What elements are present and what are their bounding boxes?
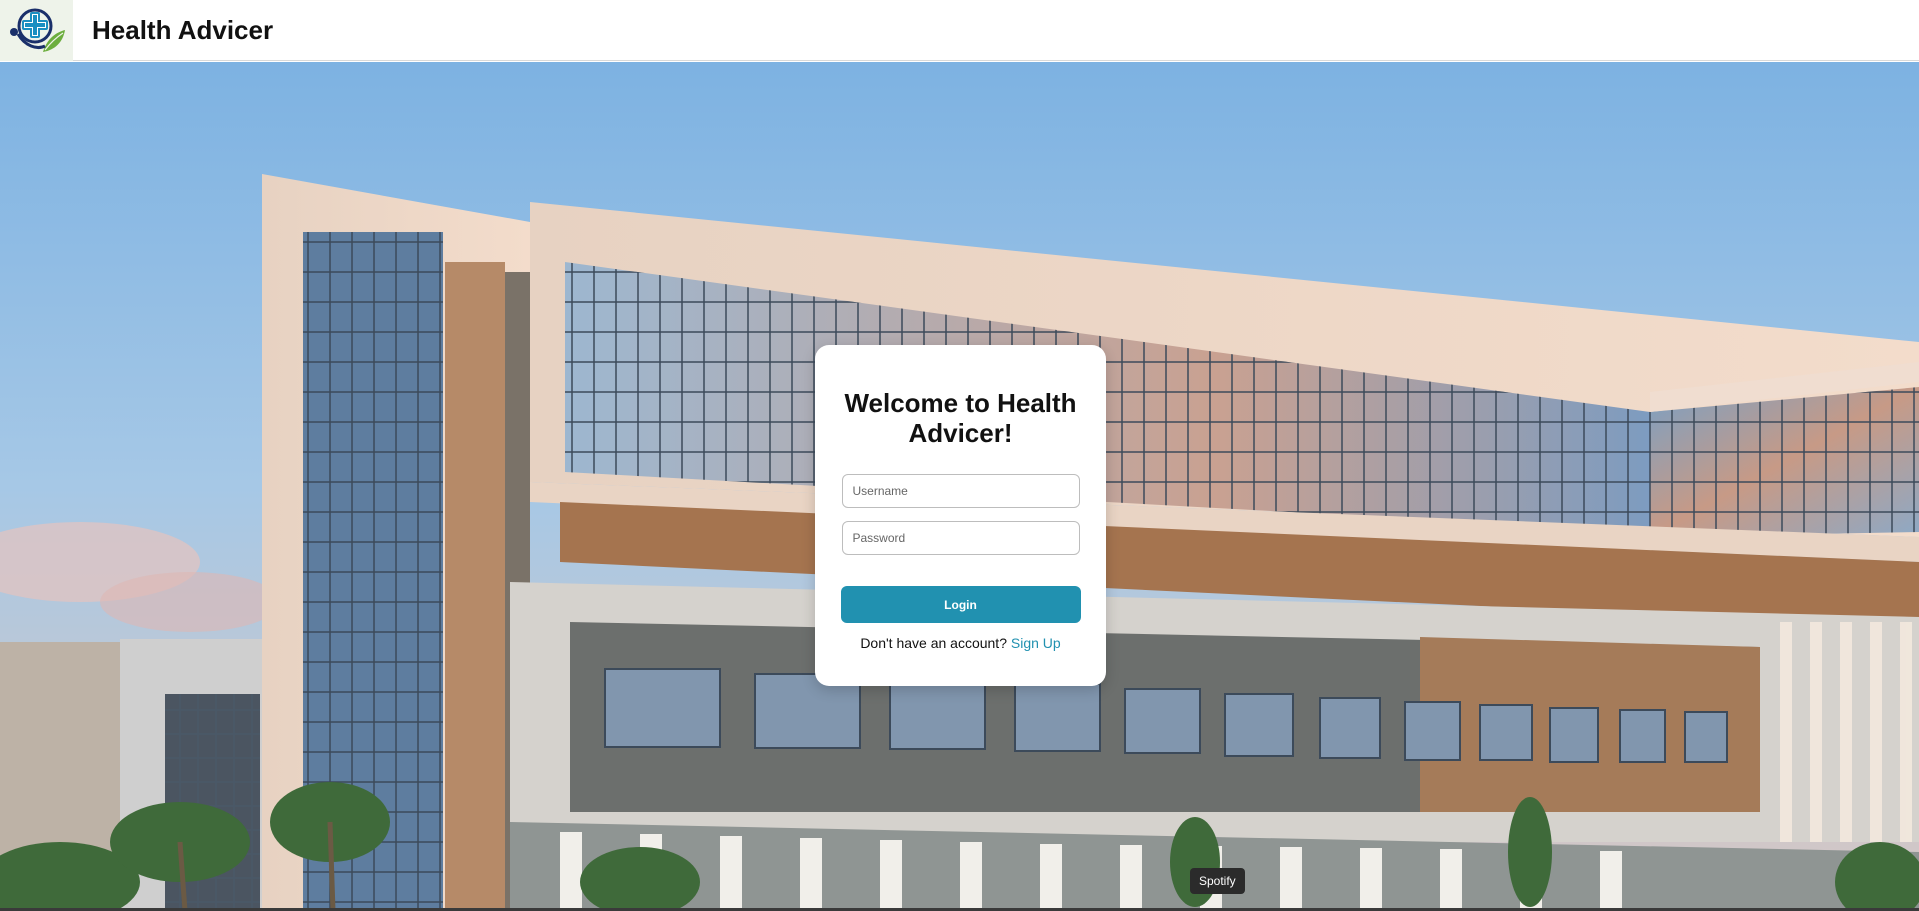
tooltip: Spotify <box>1190 868 1245 894</box>
medical-cross-stethoscope-leaf-icon <box>9 8 65 52</box>
signup-prompt-text: Don't have an account? <box>860 635 1007 651</box>
hero-background-image: Welcome to Health Advicer! Login Don't h… <box>0 62 1919 911</box>
top-bar: Health Advicer <box>0 0 1919 61</box>
app-logo[interactable] <box>0 0 73 61</box>
password-input[interactable] <box>841 521 1080 555</box>
signup-link[interactable]: Sign Up <box>1011 635 1061 651</box>
app-title: Health Advicer <box>92 14 274 45</box>
signup-prompt-line: Don't have an account? Sign Up <box>860 635 1060 651</box>
login-button[interactable]: Login <box>840 586 1081 623</box>
username-input[interactable] <box>841 474 1080 508</box>
login-card: Welcome to Health Advicer! Login Don't h… <box>815 345 1106 686</box>
login-title: Welcome to Health Advicer! <box>844 388 1077 448</box>
